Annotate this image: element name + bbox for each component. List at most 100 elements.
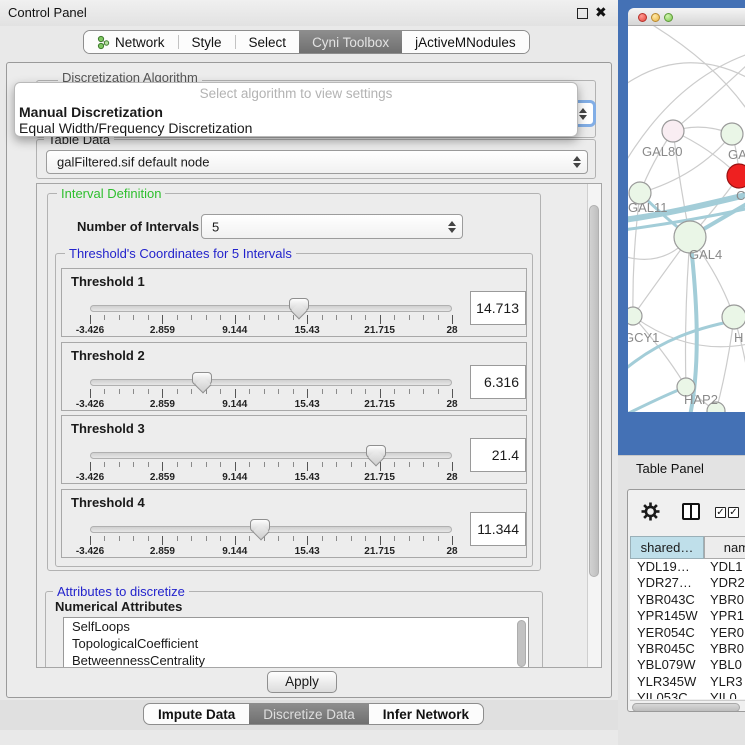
cell-name[interactable]: YBR0 — [707, 592, 745, 608]
float-window-icon[interactable] — [577, 8, 588, 19]
threshold-value-field[interactable]: 14.713 — [470, 291, 526, 325]
table-row[interactable]: YBL079WYBL0 — [630, 657, 745, 673]
table-row[interactable]: YDR27…YDR2 — [630, 575, 745, 591]
network-canvas[interactable]: GAL80GACGAL11GAL4GCY1HHAP2 — [628, 26, 745, 412]
network-node[interactable] — [727, 164, 745, 188]
slider-tick-label: 21.715 — [364, 399, 395, 410]
cell-shared-name[interactable]: YLR345W — [630, 674, 707, 690]
table-row[interactable]: YBR045CYBR0 — [630, 641, 745, 657]
tab-jactivemnodules[interactable]: jActiveMNodules — [402, 31, 529, 53]
split-columns-icon[interactable] — [682, 503, 700, 520]
table-row[interactable]: YIL053CYIL0 — [630, 690, 745, 699]
slider-tick-label: -3.426 — [76, 399, 104, 410]
cell-name[interactable]: YDL1 — [707, 559, 745, 575]
slider-tick — [249, 315, 250, 320]
minimize-traffic-light-icon[interactable] — [651, 13, 660, 22]
cell-name[interactable]: YLR3 — [707, 674, 745, 690]
table-row[interactable]: YDL19…YDL1 — [630, 559, 745, 575]
attributes-group-title: Attributes to discretize — [53, 584, 189, 599]
slider-tick — [264, 315, 265, 320]
slider-tick — [133, 315, 134, 320]
table-panel-title: Table Panel — [636, 461, 704, 476]
cell-shared-name[interactable]: YIL053C — [630, 690, 707, 699]
slider-tick-label: 2.859 — [150, 546, 175, 557]
threshold-slider-track[interactable] — [90, 305, 452, 312]
tab-cyni-toolbox[interactable]: Cyni Toolbox — [299, 31, 402, 53]
cell-shared-name[interactable]: YDL19… — [630, 559, 707, 575]
slider-tick — [177, 315, 178, 320]
slider-tick — [365, 462, 366, 467]
attribute-list-item[interactable]: SelfLoops — [64, 618, 528, 635]
tab-infer-network[interactable]: Infer Network — [369, 704, 483, 724]
tab-network[interactable]: Network — [84, 31, 178, 53]
attribute-list-item[interactable]: BetweennessCentrality — [64, 652, 528, 668]
slider-tick — [438, 536, 439, 541]
attributes-list-scrollbar[interactable] — [517, 620, 526, 667]
checkbox-checked-icon[interactable]: ✓ — [715, 507, 726, 518]
dropdown-option-manual-discretization[interactable]: Manual Discretization — [19, 104, 163, 120]
attribute-list-item[interactable]: TopologicalCoefficient — [64, 635, 528, 652]
cell-shared-name[interactable]: YPR145W — [630, 608, 707, 624]
slider-tick — [162, 389, 163, 398]
slider-tick — [249, 462, 250, 467]
slider-tick — [235, 462, 236, 471]
cell-shared-name[interactable]: YDR27… — [630, 575, 707, 591]
table-row[interactable]: YBR043CYBR0 — [630, 592, 745, 608]
cell-shared-name[interactable]: YBL079W — [630, 657, 707, 673]
cell-name[interactable]: YIL0 — [707, 690, 745, 699]
cell-name[interactable]: YBR0 — [707, 641, 745, 657]
network-node[interactable] — [722, 305, 745, 329]
cell-shared-name[interactable]: YBR043C — [630, 592, 707, 608]
table-row[interactable]: YER054CYER0 — [630, 625, 745, 641]
dropdown-placeholder-option[interactable]: Select algorithm to view settings — [15, 86, 577, 101]
slider-tick-label: -3.426 — [76, 325, 104, 336]
close-icon[interactable]: ✖ — [595, 4, 607, 21]
network-edge — [646, 26, 745, 111]
threshold-slider-thumb[interactable] — [366, 445, 386, 458]
zoom-traffic-light-icon[interactable] — [664, 13, 673, 22]
network-icon — [97, 35, 110, 50]
cell-name[interactable]: YPR1 — [707, 608, 745, 624]
threshold-slider-track[interactable] — [90, 526, 452, 533]
cell-name[interactable]: YDR2 — [707, 575, 745, 591]
threshold-slider-thumb[interactable] — [289, 298, 309, 311]
numerical-attributes-list[interactable]: SelfLoopsTopologicalCoefficientBetweenne… — [63, 617, 529, 668]
cell-shared-name[interactable]: YER054C — [630, 625, 707, 641]
network-window-titlebar[interactable] — [628, 8, 745, 26]
threshold-slider-track[interactable] — [90, 379, 452, 386]
close-traffic-light-icon[interactable] — [638, 13, 647, 22]
network-node[interactable] — [628, 307, 642, 325]
table-body: YDL19…YDL1YDR27…YDR2YBR043CYBR0YPR145WYP… — [630, 559, 745, 699]
number-of-intervals-combobox[interactable]: 5 — [201, 214, 463, 239]
threshold-slider-thumb[interactable] — [192, 372, 212, 385]
threshold-slider-track[interactable] — [90, 452, 452, 459]
column-header-name[interactable]: name — [704, 536, 745, 559]
tab-select[interactable]: Select — [236, 31, 300, 53]
cell-name[interactable]: YER0 — [707, 625, 745, 641]
gear-icon[interactable] — [641, 502, 660, 521]
slider-tick — [104, 315, 105, 320]
cell-name[interactable]: YBL0 — [707, 657, 745, 673]
table-row[interactable]: YLR345WYLR3 — [630, 674, 745, 690]
scroll-pane-scrollbar-thumb[interactable] — [589, 205, 599, 577]
network-node[interactable] — [721, 123, 743, 145]
column-header-shared[interactable]: shared… — [630, 536, 704, 559]
table-data-combobox[interactable]: galFiltered.sif default node — [46, 150, 588, 174]
network-node-label: GAL80 — [642, 144, 682, 159]
threshold-value-field[interactable]: 21.4 — [470, 438, 526, 472]
dropdown-option-equal-width-frequency[interactable]: Equal Width/Frequency Discretization — [19, 120, 252, 136]
threshold-value-field[interactable]: 11.344 — [470, 512, 526, 546]
checkbox-checked-icon[interactable]: ✓ — [728, 507, 739, 518]
tab-impute-data[interactable]: Impute Data — [144, 704, 249, 724]
apply-button[interactable]: Apply — [267, 671, 337, 693]
table-row[interactable]: YPR145WYPR1 — [630, 608, 745, 624]
cell-shared-name[interactable]: YBR045C — [630, 641, 707, 657]
table-hscrollbar-track[interactable] — [630, 700, 745, 712]
tab-discretize-data[interactable]: Discretize Data — [249, 704, 369, 724]
threshold-value-field[interactable]: 6.316 — [470, 365, 526, 399]
network-node[interactable] — [662, 120, 684, 142]
threshold-slider-thumb[interactable] — [250, 519, 270, 532]
tab-style[interactable]: Style — [179, 31, 235, 53]
slider-tick-label: 2.859 — [150, 399, 175, 410]
table-hscrollbar-thumb[interactable] — [632, 703, 740, 712]
